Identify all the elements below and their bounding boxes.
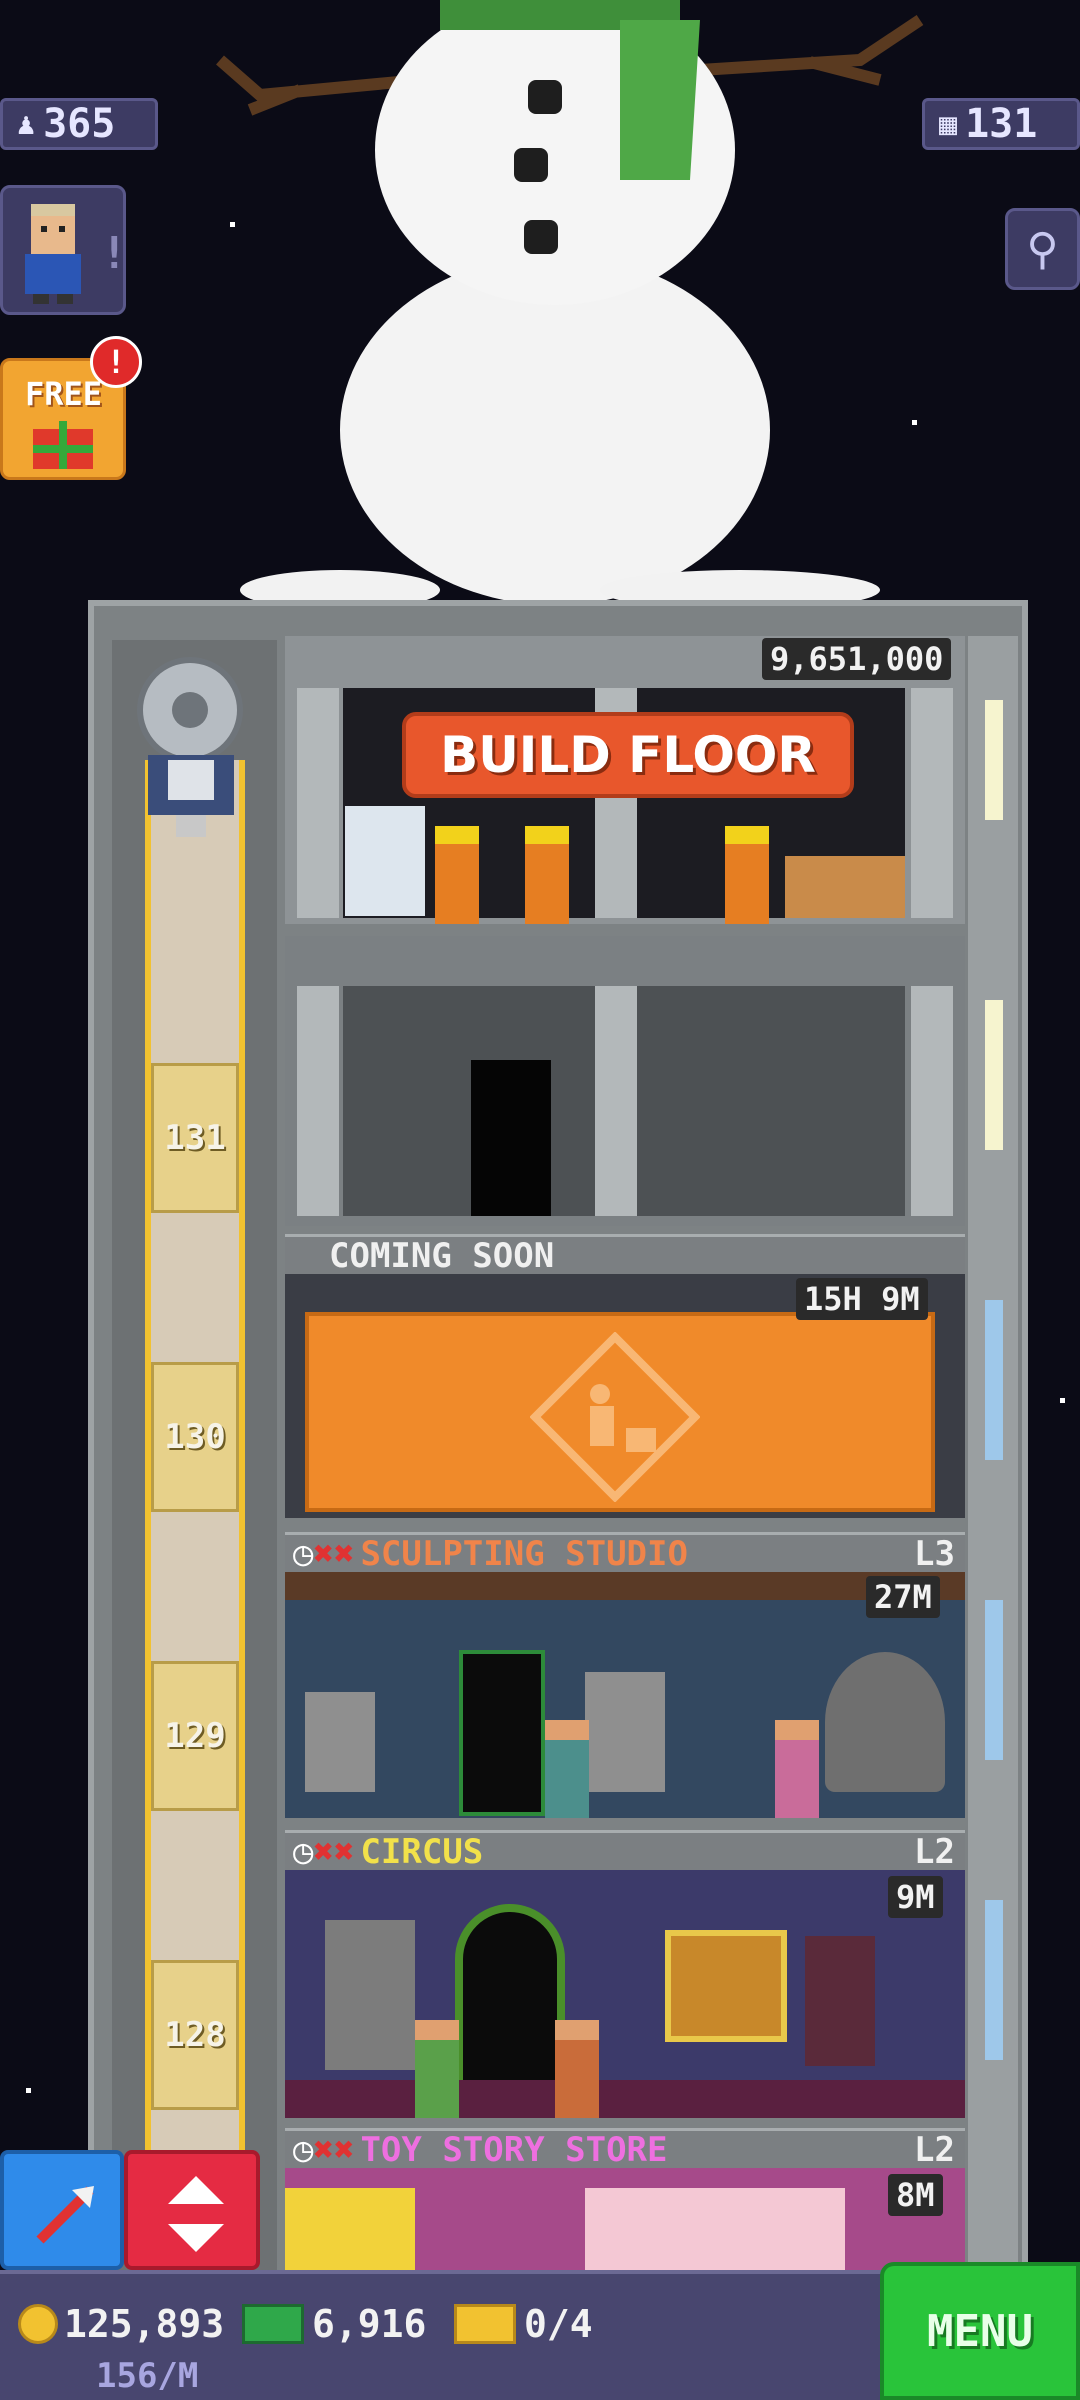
vip-elevator-button[interactable] (0, 2150, 124, 2270)
elevator-control-button[interactable] (124, 2150, 260, 2270)
sculpture (585, 1672, 665, 1792)
magnifier-icon: ⚲ (1026, 223, 1059, 275)
sculpture (825, 1652, 945, 1792)
circus-railing (285, 2080, 965, 2118)
doorway (459, 1650, 545, 1816)
stock-empty-icon: ✖✖ (313, 1533, 355, 1574)
window-light (985, 1300, 1003, 1460)
elevator-car[interactable] (128, 655, 258, 845)
bitizen[interactable] (775, 1720, 819, 1818)
bitizen-button[interactable]: ! (0, 185, 128, 315)
bitizen[interactable] (415, 2020, 459, 2118)
worker (435, 826, 479, 924)
build-cost: 9,651,000 (762, 638, 952, 680)
coins-display: 125,893 (18, 2302, 224, 2346)
floor-header-sculpting[interactable]: ◷ ✖✖ SCULPTING STUDIO L3 (285, 1532, 965, 1574)
floor-timer-circus: 9M (888, 1876, 943, 1918)
floor-sculpting-studio[interactable] (285, 1572, 965, 1818)
clock-icon: ◷ (293, 1831, 314, 1872)
window-light (985, 1600, 1003, 1760)
population-counter[interactable]: ♟ 365 (0, 98, 158, 150)
coming-soon-header: COMING SOON (285, 1234, 965, 1276)
construction-timer: 15H 9M (796, 1278, 928, 1320)
elevator-door-129[interactable]: 129 (151, 1661, 239, 1811)
crate (785, 856, 905, 918)
floor-timer-sculpting: 27M (866, 1576, 940, 1618)
person-icon: ♟ (17, 106, 36, 142)
floor-timer-toy-store: 8M (888, 2174, 943, 2216)
floor-counter[interactable]: ▦ 131 (922, 98, 1080, 150)
elevator-door-130[interactable]: 130 (151, 1362, 239, 1512)
arrow-icon (36, 2186, 94, 2244)
coin-rate: 156/M (96, 2356, 199, 2396)
tiger-poster (665, 1930, 787, 2042)
bux-display[interactable]: 6,916 (242, 2302, 426, 2346)
glass-panel (345, 806, 425, 916)
doorway (471, 1060, 551, 1216)
stock-empty-icon: ✖✖ (313, 1831, 355, 1872)
coin-icon (18, 2304, 58, 2344)
construction-sign-icon (530, 1332, 700, 1502)
star (1060, 1398, 1065, 1403)
floor-circus[interactable] (285, 1870, 965, 2118)
window-light (985, 1900, 1003, 2060)
notification-badge: ! (90, 336, 142, 388)
elevator-door-131[interactable]: 131 (151, 1063, 239, 1213)
window-light (985, 1000, 1003, 1150)
stock-empty-icon: ✖✖ (313, 2129, 355, 2170)
elevator-door-128[interactable]: 128 (151, 1960, 239, 2110)
star (26, 2088, 31, 2093)
elephant-statue (325, 1920, 415, 2070)
floor-toy-story-store[interactable] (285, 2168, 965, 2272)
window-light (985, 700, 1003, 820)
worker (725, 826, 769, 924)
toy-blocks (285, 2188, 415, 2272)
ticket-icon (454, 2304, 516, 2344)
menu-button[interactable]: MENU (880, 2262, 1080, 2400)
clock-icon: ◷ (293, 2129, 314, 2170)
up-down-icon (168, 2176, 224, 2252)
snowman-decoration (216, 0, 924, 610)
building-icon: ▦ (939, 106, 958, 142)
bitizen[interactable] (545, 1720, 589, 1818)
empty-floor (285, 936, 965, 1226)
zoom-button[interactable]: ⚲ (1005, 208, 1080, 290)
circus-arch (455, 1904, 565, 2104)
bitizen-avatar-icon (25, 204, 81, 304)
booth (805, 1936, 875, 2066)
bitizen[interactable] (555, 2020, 599, 2118)
tickets-display[interactable]: 0/4 (454, 2302, 593, 2346)
clock-icon: ◷ (293, 1533, 314, 1574)
toy-shelf (585, 2188, 845, 2272)
floor-header-circus[interactable]: ◷ ✖✖ CIRCUS L2 (285, 1830, 965, 1872)
alert-mark: ! (101, 228, 128, 279)
build-floor-button[interactable]: BUILD FLOOR (402, 712, 854, 798)
gift-icon (33, 421, 93, 469)
worker (525, 826, 569, 924)
bux-icon (242, 2304, 304, 2344)
sculpture (305, 1692, 375, 1792)
floor-header-toy-store[interactable]: ◷ ✖✖ TOY STORY STORE L2 (285, 2128, 965, 2170)
